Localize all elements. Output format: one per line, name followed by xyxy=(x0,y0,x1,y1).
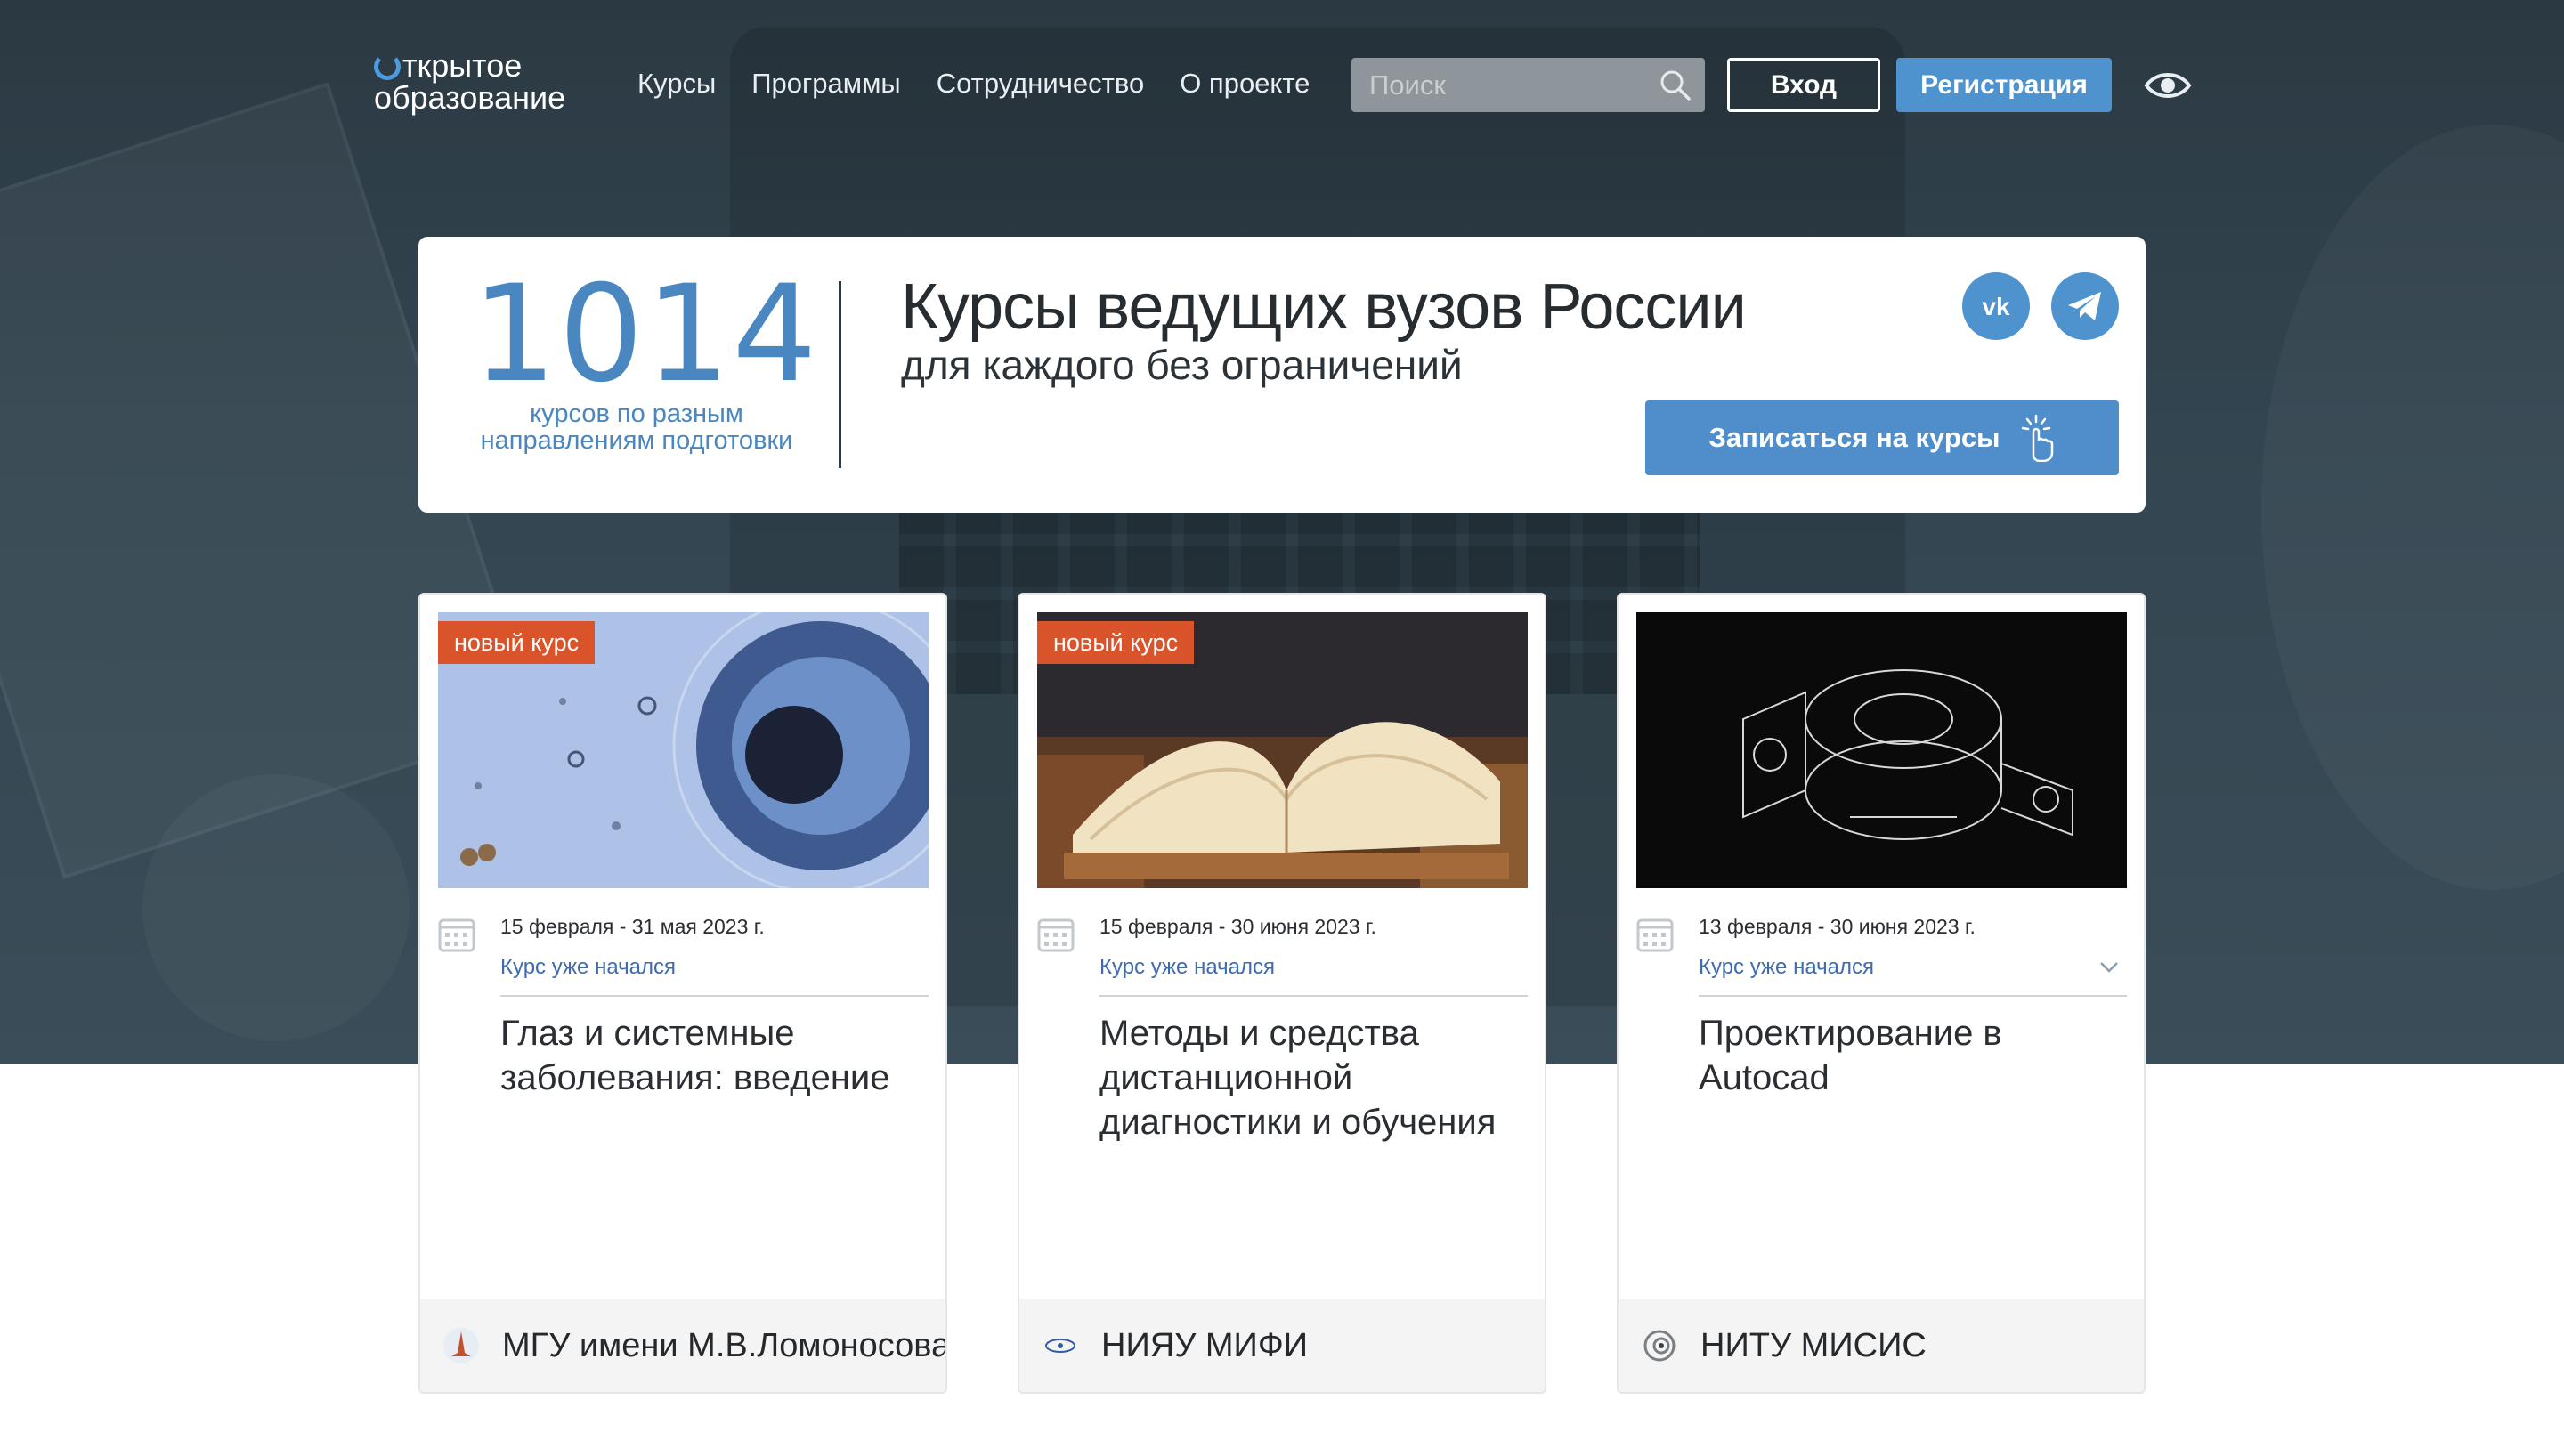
count-caption-line1: курсов по разным xyxy=(530,400,743,428)
course-status-link[interactable]: Курс уже начался xyxy=(1099,955,1275,980)
calendar-icon xyxy=(1636,918,1674,952)
mephi-logo-icon xyxy=(1045,1339,1075,1353)
logo-text-line2: образование xyxy=(374,79,566,116)
search-box xyxy=(1351,58,1705,112)
university-name: НИЯУ МИФИ xyxy=(1101,1326,1309,1364)
logo-ring-icon xyxy=(374,53,401,80)
site-logo[interactable]: ткрытое образование xyxy=(374,50,605,121)
eye-icon[interactable] xyxy=(2144,66,2192,105)
banner-title: Курсы ведущих вузов России xyxy=(901,271,1747,343)
main-nav: Курсы Программы Сотрудничество О проекте xyxy=(637,64,1345,103)
nav-about[interactable]: О проекте xyxy=(1180,64,1310,103)
misis-logo-icon xyxy=(1643,1330,1676,1362)
nav-programs[interactable]: Программы xyxy=(751,64,900,103)
enroll-button[interactable]: Записаться на курсы xyxy=(1645,400,2119,475)
new-course-badge: новый курс xyxy=(438,621,596,664)
university-name: НИТУ МИСИС xyxy=(1700,1326,1927,1364)
site-header: ткрытое образование Курсы Программы Сотр… xyxy=(0,0,2564,169)
card-divider xyxy=(500,995,929,997)
svg-text:vk: vk xyxy=(1982,294,2010,319)
course-count: 1014 xyxy=(472,257,819,412)
course-status-link[interactable]: Курс уже начался xyxy=(1699,955,1874,980)
enroll-button-label: Записаться на курсы xyxy=(1708,422,2000,453)
count-caption-line2: направлениям подготовки xyxy=(480,426,793,455)
search-icon[interactable] xyxy=(1659,69,1692,102)
promo-banner: 1014 курсов по разным направлениям подго… xyxy=(418,237,2146,513)
university-footer[interactable]: МГУ имени М.В.Ломоносова xyxy=(420,1299,945,1392)
card-divider xyxy=(1099,995,1528,997)
course-title[interactable]: Глаз и системные заболевания: введение xyxy=(500,1011,937,1100)
logo-text-line1: ткрытое xyxy=(402,47,523,84)
msu-logo-icon xyxy=(443,1328,479,1363)
banner-divider xyxy=(839,281,841,468)
new-course-badge: новый курс xyxy=(1037,621,1195,664)
course-card[interactable]: 13 февраля - 30 июня 2023 г. Курс уже на… xyxy=(1617,593,2146,1394)
register-button[interactable]: Регистрация xyxy=(1896,58,2112,112)
search-input[interactable] xyxy=(1351,69,1636,101)
course-title[interactable]: Методы и средства дистанционной диагност… xyxy=(1099,1011,1536,1145)
course-title[interactable]: Проектирование в Autocad xyxy=(1699,1011,2135,1100)
background-cup-decoration xyxy=(142,774,410,1041)
pointer-hand-icon xyxy=(2021,414,2053,462)
calendar-icon xyxy=(438,918,475,952)
nav-cooperation[interactable]: Сотрудничество xyxy=(937,64,1144,103)
university-footer[interactable]: НИЯУ МИФИ xyxy=(1019,1299,1545,1392)
course-status-link[interactable]: Курс уже начался xyxy=(500,955,676,980)
nav-courses[interactable]: Курсы xyxy=(637,64,716,103)
calendar-icon xyxy=(1037,918,1075,952)
course-dates: 13 февраля - 30 июня 2023 г. xyxy=(1699,915,1976,938)
course-image-autocad xyxy=(1636,612,2127,888)
background-circle-decoration xyxy=(2261,125,2564,890)
login-button[interactable]: Вход xyxy=(1727,58,1880,112)
chevron-down-icon[interactable] xyxy=(2099,961,2119,974)
course-dates: 15 февраля - 30 июня 2023 г. xyxy=(1099,915,1376,938)
university-name: МГУ имени М.В.Ломоносова xyxy=(502,1326,947,1364)
course-card[interactable]: новый курс 15 февраля - 30 июня 2023 г. … xyxy=(1018,593,1546,1394)
course-card[interactable]: новый курс 15 февраля - 31 мая 2023 г. К… xyxy=(418,593,947,1394)
card-divider xyxy=(1699,995,2127,997)
vk-icon[interactable]: vk xyxy=(1962,272,2030,340)
course-count-caption: курсов по разным направлениям подготовки xyxy=(445,400,828,454)
university-footer[interactable]: НИТУ МИСИС xyxy=(1619,1299,2144,1392)
telegram-icon[interactable] xyxy=(2051,272,2119,340)
course-dates: 15 февраля - 31 мая 2023 г. xyxy=(500,915,765,938)
banner-subtitle: для каждого без ограничений xyxy=(901,342,1463,388)
